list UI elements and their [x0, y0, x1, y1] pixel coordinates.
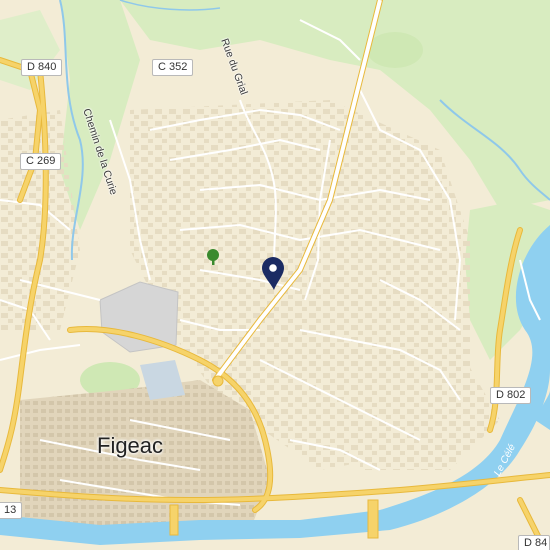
- map-view[interactable]: D 840 C 352 C 269 D 802 13 D 84 Rue du G…: [0, 0, 550, 550]
- road-shield-c269: C 269: [20, 153, 62, 170]
- road-shield-d840: D 840: [21, 59, 63, 76]
- park-area: [367, 32, 423, 68]
- road-shield-c352: C 352: [152, 59, 194, 76]
- road-shield-d802: D 802: [490, 387, 532, 404]
- roundabout: [212, 375, 224, 387]
- road-shield-13: 13: [0, 502, 23, 519]
- map-canvas: [0, 0, 550, 550]
- place-label-figeac: Figeac: [97, 433, 164, 458]
- road-shield-d84: D 84: [518, 535, 550, 550]
- bridge: [367, 499, 379, 539]
- bridge: [169, 504, 179, 536]
